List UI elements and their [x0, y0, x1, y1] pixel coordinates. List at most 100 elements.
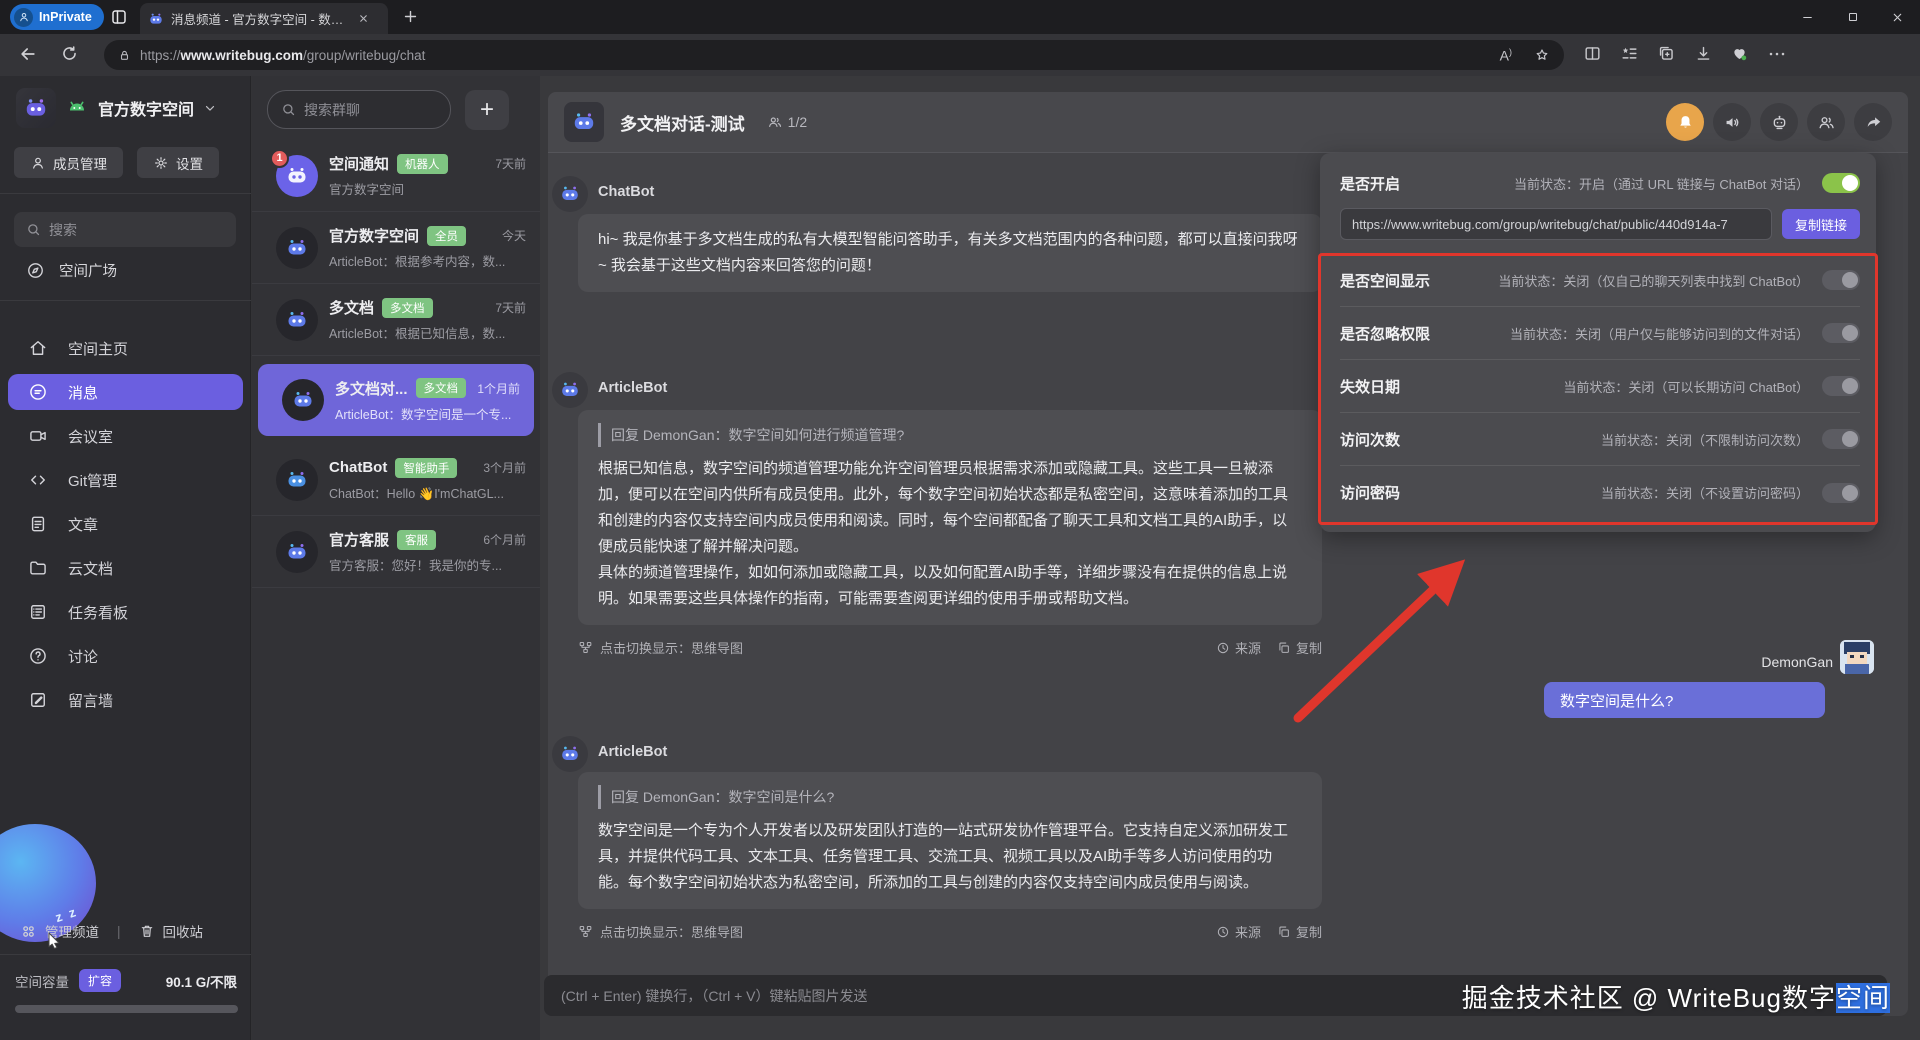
channel-time: 1个月前	[477, 380, 520, 397]
sidebar-item-git[interactable]: Git管理	[0, 458, 251, 502]
sidebar-item-articles[interactable]: 文章	[0, 502, 251, 546]
message-avatar-robot-icon	[552, 736, 588, 772]
source-button[interactable]: 来源	[1216, 638, 1261, 657]
setting-status: 当前状态：关闭（仅自己的聊天列表中找到 ChatBot）	[1498, 271, 1809, 290]
sidebar-item-plaza[interactable]: 空间广场	[0, 254, 251, 286]
members-panel-icon[interactable]	[1807, 103, 1845, 141]
read-aloud-icon[interactable]: A)	[1500, 47, 1512, 64]
space-settings-button[interactable]: 设置	[137, 147, 219, 178]
channel-name: 多文档对...	[335, 378, 408, 399]
source-button[interactable]: 来源	[1216, 922, 1261, 941]
chevron-down-icon[interactable]	[203, 101, 217, 115]
sidebar-item-messages[interactable]: 消息	[8, 374, 243, 410]
enable-toggle[interactable]	[1822, 173, 1860, 193]
home-icon	[28, 338, 48, 358]
sidebar-item-message-wall[interactable]: 留言墙	[0, 678, 251, 722]
visit-count-toggle[interactable]	[1822, 429, 1860, 449]
browser-menu-icon[interactable]	[1768, 48, 1786, 60]
message-text: 根据已知信息，数字空间的频道管理功能允许空间管理员根据需求添加或隐藏工具。这些工…	[598, 456, 1302, 560]
chat-area: 多文档对话-测试 1/2 ChatBot hi~ 我是你基于多文档生成的私有大模…	[540, 76, 1920, 1040]
copy-icon	[1277, 641, 1291, 655]
favorite-star-icon[interactable]	[1534, 47, 1550, 63]
channel-badge: 多文档	[416, 378, 467, 398]
message-chatbot: hi~ 我是你基于多文档生成的私有大模型智能问答助手，有关多文档范围内的各种问题…	[578, 214, 1322, 292]
chat-avatar-robot-icon	[564, 102, 604, 142]
channel-item-chatbot[interactable]: ChatBot 智能助手 3个月前 ChatBot：Hello 👋I'mChat…	[252, 444, 540, 516]
document-icon	[28, 514, 48, 534]
bot-settings-icon[interactable]	[1760, 103, 1798, 141]
sidebar-item-cloud-docs[interactable]: 云文档	[0, 546, 251, 590]
space-settings-label: 设置	[176, 153, 203, 173]
sidebar-item-home[interactable]: 空间主页	[0, 326, 251, 370]
favorites-list-icon[interactable]	[1620, 44, 1639, 63]
split-screen-icon[interactable]	[1583, 44, 1602, 63]
search-icon	[281, 102, 296, 117]
share-icon[interactable]	[1854, 103, 1892, 141]
sidebar-item-discussion[interactable]: 讨论	[0, 634, 251, 678]
inprivate-label: InPrivate	[39, 10, 92, 24]
announcement-speaker-icon[interactable]	[1713, 103, 1751, 141]
members-management-button[interactable]: 成员管理	[14, 147, 123, 178]
setting-label: 访问次数	[1340, 429, 1400, 450]
sidebar-item-kanban[interactable]: 任务看板	[0, 590, 251, 634]
user-avatar[interactable]	[1840, 640, 1874, 674]
channel-item-multidoc[interactable]: 多文档 多文档 7天前 ArticleBot：根据已知信息，数...	[252, 284, 540, 356]
back-button[interactable]	[18, 44, 38, 64]
channel-item-multidoc-chat-selected[interactable]: 多文档对... 多文档 1个月前 ArticleBot：数字空间是一个专...	[258, 364, 534, 436]
setting-row-access-password: 访问密码 当前状态：关闭（不设置访问密码）	[1340, 466, 1860, 519]
create-channel-button[interactable]: +	[465, 90, 509, 130]
space-display-toggle[interactable]	[1822, 270, 1860, 290]
notification-bell-icon[interactable]	[1666, 103, 1704, 141]
setting-row-enable: 是否开启 当前状态：开启（通过 URL 链接与 ChatBot 对话）	[1340, 165, 1860, 201]
expand-capacity-button[interactable]: 扩容	[79, 969, 121, 992]
member-count[interactable]: 1/2	[767, 114, 807, 130]
channel-item-space-notice[interactable]: 1 空间通知 机器人 7天前 官方数字空间	[252, 140, 540, 212]
channel-name: ChatBot	[329, 459, 387, 476]
channel-avatar-robot-icon	[276, 459, 318, 501]
window-minimize-button[interactable]	[1785, 0, 1830, 34]
browser-tab[interactable]: 消息频道 - 官方数字空间 - 数字空	[140, 3, 388, 34]
space-name[interactable]: 官方数字空间	[98, 96, 194, 120]
setting-status: 当前状态：关闭（不设置访问密码）	[1601, 483, 1809, 502]
expiry-date-toggle[interactable]	[1822, 376, 1860, 396]
ignore-permission-togg le[interactable]	[1822, 323, 1860, 343]
window-close-button[interactable]	[1875, 0, 1920, 34]
channel-preview: ChatBot：Hello 👋I'mChatGL...	[329, 483, 526, 502]
profile-icon	[14, 8, 33, 27]
sidebar-search-input[interactable]: 搜索	[14, 212, 236, 247]
copy-link-button[interactable]: 复制链接	[1782, 209, 1860, 239]
toggle-view-button[interactable]: 点击切换显示：思维导图	[600, 638, 743, 657]
recycle-bin-button[interactable]: 回收站	[163, 921, 204, 941]
workspaces-icon[interactable]	[110, 8, 128, 26]
share-url-field[interactable]: https://www.writebug.com/group/writebug/…	[1340, 208, 1772, 240]
setting-label: 失效日期	[1340, 376, 1400, 397]
channel-badge: 客服	[397, 530, 436, 550]
access-password-toggle[interactable]	[1822, 483, 1860, 503]
downloads-icon[interactable]	[1694, 44, 1713, 63]
collections-icon[interactable]	[1657, 44, 1676, 63]
browser-essentials-icon[interactable]	[1730, 44, 1749, 63]
gear-icon	[153, 155, 169, 171]
toggle-view-button[interactable]: 点击切换显示：思维导图	[600, 922, 743, 941]
copy-button[interactable]: 复制	[1277, 638, 1322, 657]
setting-status: 当前状态：关闭（用户仅与能够访问到的文件对话）	[1510, 324, 1809, 343]
window-maximize-button[interactable]	[1830, 0, 1875, 34]
chat-bubble-icon	[28, 382, 48, 402]
new-tab-button[interactable]	[402, 8, 419, 25]
sidebar-item-meeting-room[interactable]: 会议室	[0, 414, 251, 458]
space-avatar[interactable]	[16, 88, 56, 128]
channel-item-support[interactable]: 官方客服 客服 6个月前 官方客服：您好！我是你的专...	[252, 516, 540, 588]
sidebar-item-articles-label: 文章	[68, 514, 98, 535]
channel-search-input[interactable]: 搜索群聊	[267, 90, 451, 129]
setting-row-visit-count: 访问次数 当前状态：关闭（不限制访问次数）	[1340, 413, 1860, 466]
refresh-button[interactable]	[60, 44, 79, 63]
channel-time: 今天	[502, 227, 526, 244]
tab-close-icon[interactable]	[358, 13, 369, 24]
address-bar[interactable]: https://www.writebug.com/group/writebug/…	[104, 40, 1564, 70]
channel-item-official-space[interactable]: 官方数字空间 全员 今天 ArticleBot：根据参考内容，数...	[252, 212, 540, 284]
channel-name: 多文档	[329, 297, 374, 318]
copy-button[interactable]: 复制	[1277, 922, 1322, 941]
channel-time: 6个月前	[483, 531, 526, 548]
mouse-cursor	[48, 932, 63, 949]
channel-name: 空间通知	[329, 153, 389, 174]
